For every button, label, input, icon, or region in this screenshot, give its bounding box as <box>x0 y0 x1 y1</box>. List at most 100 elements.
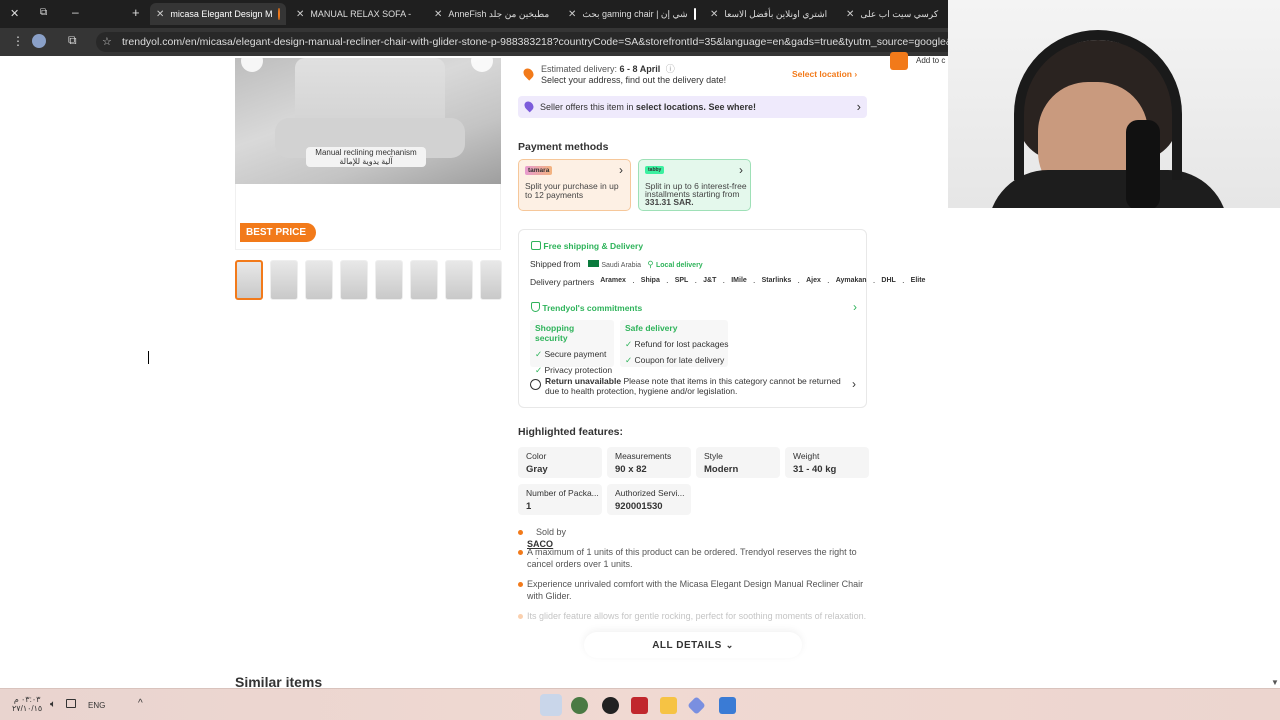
shopping-security-box: Shopping security ✓ Secure payment ✓ Pri… <box>530 320 614 375</box>
detail-bullet-faded: Its glider feature allows for gentle roc… <box>518 610 867 622</box>
tab-annefish[interactable]: ✕ AnneFish مطبخين من جلد <box>428 3 558 25</box>
tab-setup-chair[interactable]: ✕ كرسي سيت اب على <box>840 3 948 25</box>
app-icon[interactable] <box>687 696 706 715</box>
close-window-icon[interactable]: ✕ <box>10 7 19 20</box>
tab-manual-relax-sofa[interactable]: ✕ MANUAL RELAX SOFA - <box>290 3 422 25</box>
thumbnail[interactable] <box>375 260 403 300</box>
dot: · <box>722 277 726 287</box>
all-details-button[interactable]: ALL DETAILS ⌄ <box>584 632 802 658</box>
thumbnail[interactable] <box>445 260 473 300</box>
thumbnail[interactable] <box>480 260 502 300</box>
tamara-payment-card[interactable]: tamara › Split your purchase in up to 12… <box>518 159 631 211</box>
delivery-partners-row: Delivery partners Aramex · Shipa · SPL · J&… <box>530 277 925 287</box>
extensions-icon[interactable]: ⧉ <box>68 33 77 48</box>
estimated-label: Estimated delivery: <box>541 64 618 74</box>
clock[interactable]: ٠٣:٠٣ م ٢٧/١٠/١٥ <box>12 695 42 713</box>
no-return-icon <box>530 379 541 390</box>
tab-close-icon[interactable]: ✕ <box>296 9 304 20</box>
tab-title: كرسي سيت اب على <box>860 8 939 19</box>
trendyol-favicon-icon <box>278 8 280 20</box>
obs-icon[interactable] <box>602 697 619 714</box>
scrollbar-down-icon[interactable]: ▼ <box>1271 678 1279 687</box>
tab-close-icon[interactable]: ✕ <box>846 9 854 20</box>
safe-delivery-box: Safe delivery ✓ Refund for lost packages… <box>620 320 729 367</box>
feature-value: 1 <box>526 501 532 512</box>
acrobat-icon[interactable] <box>631 697 648 714</box>
info-icon[interactable]: ⓘ <box>666 64 675 74</box>
security-title: Shopping security <box>535 323 575 343</box>
feature-label: Color <box>526 451 547 461</box>
tab-title: AnneFish مطبخين من جلد <box>448 8 550 19</box>
bookmark-star-icon[interactable]: ☆ <box>102 35 112 48</box>
menu-dots-icon[interactable]: ⋮ <box>12 34 24 48</box>
return-unavailable-row[interactable]: Return unavailable Please note that item… <box>530 376 856 396</box>
tabby-payment-card[interactable]: tabby › Split in up to 6 interest-free i… <box>638 159 751 211</box>
seller-prefix: Seller offers this item in <box>540 102 634 112</box>
tab-close-icon[interactable]: ✕ <box>568 9 576 20</box>
mouse-cursor-outline <box>148 351 157 364</box>
network-icon[interactable] <box>66 699 76 708</box>
thumbnail[interactable] <box>305 260 333 300</box>
tab-close-icon[interactable]: ✕ <box>156 9 164 20</box>
browser-toolbar: ⋮ ⧉ ☆ trendyol.com/en/micasa/elegant-des… <box>0 28 956 56</box>
gallery-prev-icon[interactable] <box>241 58 263 72</box>
thumbnail[interactable] <box>270 260 298 300</box>
tabby-text: Split in up to 6 interest-free installme… <box>645 182 749 207</box>
tabby-logo: tabby <box>645 166 665 174</box>
app-icon[interactable] <box>719 697 736 714</box>
select-location-link[interactable]: Select location › <box>792 69 857 79</box>
return-text-block: Return unavailable Please note that item… <box>530 376 856 396</box>
free-shipping-row: Free shipping & Delivery <box>531 241 643 251</box>
check-icon: ✓ <box>535 349 543 359</box>
security-item: ✓ Secure payment <box>535 349 609 360</box>
language-indicator[interactable]: ENG <box>88 701 105 710</box>
feature-label: Authorized Servi... <box>615 488 685 498</box>
security-item: ✓ Privacy protection <box>535 365 612 376</box>
pinned-app-icon[interactable] <box>571 697 588 714</box>
dot: · <box>694 277 698 287</box>
partner: DHL <box>881 277 896 284</box>
tab-close-icon[interactable]: ✕ <box>710 9 718 20</box>
thumbnail[interactable] <box>410 260 438 300</box>
chevron-down-icon: ⌄ <box>725 639 734 650</box>
tab-buy-online[interactable]: ✕ اشتري اونلاين بأفضل الاسعا <box>704 3 838 25</box>
partner: IMile <box>731 277 747 284</box>
cart-icon <box>890 52 908 70</box>
feature-weight: Weight 31 - 40 kg <box>785 447 869 478</box>
tab-gaming-chair[interactable]: ✕ بحث gaming chair | شي إن <box>562 3 702 25</box>
file-explorer-icon[interactable] <box>660 697 677 714</box>
safe-item-label: Refund for lost packages <box>634 339 729 349</box>
detail-bullet: A maximum of 1 units of this product can… <box>518 546 867 570</box>
gallery-next-icon[interactable] <box>471 58 493 72</box>
new-tab-icon[interactable]: + <box>132 5 140 20</box>
best-price-badge: BEST PRICE <box>240 223 317 242</box>
security-item-label: Secure payment <box>544 349 607 359</box>
tab-search-icon[interactable]: ⧉ <box>40 7 47 18</box>
active-app-icon[interactable] <box>540 694 562 716</box>
select-location-label: Select location <box>792 69 852 79</box>
commitments-header[interactable]: Trendyol's commitments › <box>531 300 857 314</box>
url-field[interactable]: ☆ trendyol.com/en/micasa/elegant-design-… <box>96 32 956 52</box>
tab-close-icon[interactable]: ✕ <box>434 9 442 20</box>
feature-label: Number of Packa... <box>526 488 599 498</box>
thumbnail[interactable] <box>235 260 263 300</box>
tab-micasa[interactable]: ✕ micasa Elegant Design M <box>150 3 286 25</box>
partners-label: Delivery partners <box>530 277 595 287</box>
thumbnail[interactable] <box>340 260 368 300</box>
windows-taskbar: ٠٣:٠٣ م ٢٧/١٠/١٥ 🔈︎ ENG ^ <box>0 688 1280 720</box>
profile-avatar-icon[interactable] <box>32 34 46 48</box>
volume-icon[interactable]: 🔈︎ <box>50 699 56 710</box>
add-to-cart-button[interactable]: Add to c <box>886 52 948 70</box>
chevron-right-icon: › <box>856 99 861 114</box>
minimize-icon[interactable]: – <box>72 5 79 19</box>
local-pin-icon: ⚲ <box>647 259 654 269</box>
partner: Shipa <box>640 277 660 284</box>
see-where-link[interactable]: See where! <box>708 102 756 112</box>
safe-item-label: Coupon for late delivery <box>634 355 725 365</box>
feature-label: Measurements <box>615 451 672 461</box>
seller-locations-banner[interactable]: Seller offers this item in select locati… <box>518 96 867 118</box>
chevron-up-icon[interactable]: ^ <box>138 698 143 709</box>
image-caption: Manual reclining mechanism آلية يدوية لل… <box>306 147 426 167</box>
return-title: Return unavailable <box>545 376 622 386</box>
date: ٢٧/١٠/١٥ <box>12 704 43 713</box>
